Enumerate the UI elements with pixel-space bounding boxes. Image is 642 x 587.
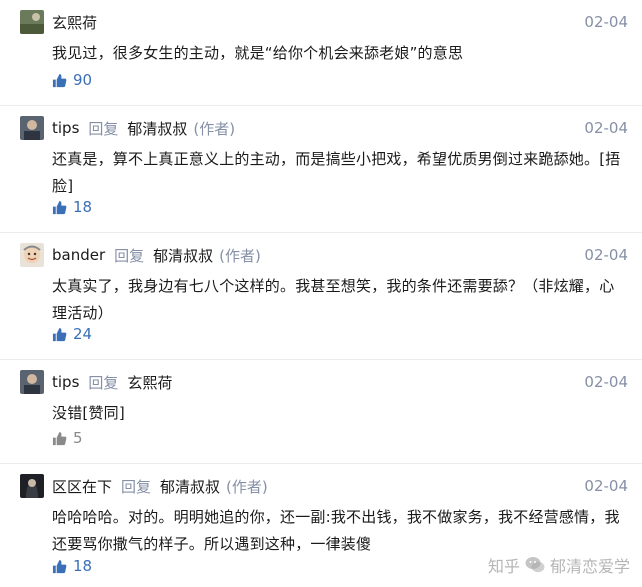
comment-text: 我见过，很多女生的主动，就是“给你个机会来舔老娘”的意思 <box>52 44 464 62</box>
avatar[interactable] <box>20 116 44 140</box>
author-name[interactable]: tips <box>52 373 79 391</box>
like-button[interactable]: 18 <box>52 557 92 575</box>
comment-text: 没错[赞同] <box>52 404 125 422</box>
comment-text: 太真实了，我身边有七八个这样的。我甚至想笑，我的条件还需要舔？（非炫耀，心理活动… <box>52 277 615 322</box>
author-badge: (作者) <box>193 119 236 138</box>
author-name[interactable]: 区区在下 <box>52 476 112 497</box>
author-name[interactable]: bander <box>52 246 105 264</box>
avatar[interactable] <box>20 243 44 267</box>
author-name[interactable]: tips <box>52 119 79 137</box>
comment-date: 02-04 <box>584 246 628 264</box>
comment-list: 玄熙荷 02-04 我见过，很多女生的主动，就是“给你个机会来舔老娘”的意思 9… <box>0 0 642 587</box>
avatar[interactable] <box>20 370 44 394</box>
like-button[interactable]: 5 <box>52 429 83 447</box>
comment-header: bander 回复 郁清叔叔 (作者) 02-04 <box>20 242 628 268</box>
like-button[interactable]: 18 <box>52 198 92 216</box>
like-count: 5 <box>73 429 83 447</box>
reply-target-name[interactable]: 郁清叔叔 <box>153 245 213 266</box>
reply-target-name[interactable]: 玄熙荷 <box>127 372 172 393</box>
like-button[interactable]: 90 <box>52 71 92 89</box>
like-count: 90 <box>73 71 93 89</box>
comment-item: bander 回复 郁清叔叔 (作者) 02-04 太真实了，我身边有七八个这样… <box>0 233 642 360</box>
thumbs-up-icon <box>52 327 67 341</box>
wechat-icon <box>525 557 545 573</box>
like-count: 18 <box>73 557 93 575</box>
author-badge: (作者) <box>226 477 268 496</box>
comment-item: 玄熙荷 02-04 我见过，很多女生的主动，就是“给你个机会来舔老娘”的意思 9… <box>0 0 642 106</box>
comment-date: 02-04 <box>584 13 628 31</box>
comment-header: tips 回复 郁清叔叔 (作者) 02-04 <box>20 115 628 141</box>
reply-label: 回复 <box>114 246 145 265</box>
comment-date: 02-04 <box>584 373 628 391</box>
reply-label: 回复 <box>88 119 119 138</box>
thumbs-up-icon <box>52 73 67 87</box>
like-count: 18 <box>73 198 93 216</box>
thumbs-up-icon <box>52 200 67 214</box>
author-name[interactable]: 玄熙荷 <box>52 12 97 33</box>
comment-text: 哈哈哈哈。对的。明明她追的你，还一副:我不出钱，我不做家务，我不经营感情，我还要… <box>52 508 620 553</box>
reply-target-name[interactable]: 郁清叔叔 <box>160 476 220 497</box>
reply-target-name[interactable]: 郁清叔叔 <box>127 118 187 139</box>
thumbs-up-icon <box>52 559 67 573</box>
comment-text: 还真是，算不上真正意义上的主动，而是搞些小把戏，希望优质男倒过来跪舔她。[捂脸] <box>52 150 621 195</box>
comment-item: tips 回复 郁清叔叔 (作者) 02-04 还真是，算不上真正意义上的主动，… <box>0 106 642 233</box>
like-count: 24 <box>73 325 93 343</box>
comment-header: 区区在下 回复 郁清叔叔 (作者) 02-04 <box>20 473 628 499</box>
thumbs-up-icon <box>52 431 67 445</box>
comment-item: tips 回复 玄熙荷 02-04 没错[赞同] 5 <box>0 360 642 464</box>
author-badge: (作者) <box>219 246 261 265</box>
avatar[interactable] <box>20 10 44 34</box>
comment-date: 02-04 <box>584 119 628 137</box>
avatar[interactable] <box>20 474 44 498</box>
like-button[interactable]: 24 <box>52 325 92 343</box>
watermark-platform: 知乎 <box>487 557 520 576</box>
watermark-account: 郁清恋爱学 <box>549 557 630 576</box>
watermark: 知乎 郁清恋爱学 <box>488 553 630 577</box>
comment-header: 玄熙荷 02-04 <box>20 9 628 35</box>
reply-label: 回复 <box>88 373 119 392</box>
reply-label: 回复 <box>121 477 152 496</box>
comment-date: 02-04 <box>584 477 628 495</box>
comment-header: tips 回复 玄熙荷 02-04 <box>20 369 628 395</box>
